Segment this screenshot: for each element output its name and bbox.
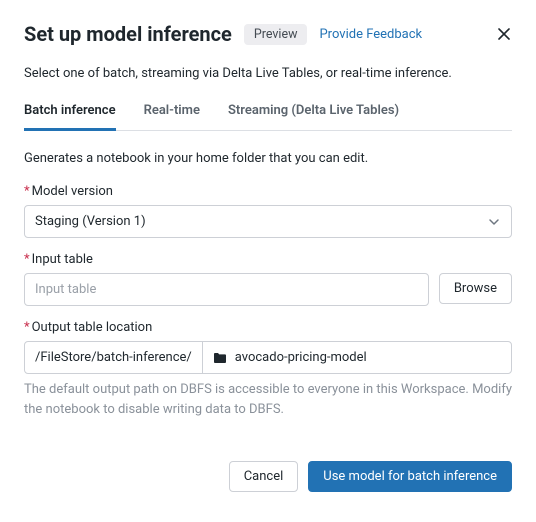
dialog-footer: Cancel Use model for batch inference (24, 461, 512, 492)
browse-button[interactable]: Browse (439, 273, 512, 304)
output-path-value: avocado-pricing-model (235, 350, 367, 365)
output-path-value-cell: avocado-pricing-model (203, 342, 511, 373)
tab-batch-inference[interactable]: Batch inference (24, 103, 116, 131)
input-table-input[interactable] (24, 273, 429, 306)
model-version-select[interactable]: Staging (Version 1) (24, 205, 512, 238)
output-location-helper: The default output path on DBFS is acces… (24, 380, 512, 419)
close-button[interactable] (496, 26, 512, 42)
tab-description: Generates a notebook in your home folder… (24, 151, 512, 166)
input-table-label: *Input table (24, 252, 512, 267)
chevron-down-icon (487, 215, 501, 229)
provide-feedback-link[interactable]: Provide Feedback (319, 27, 422, 42)
input-table-field: *Input table Browse (24, 252, 512, 306)
model-version-field: *Model version Staging (Version 1) (24, 184, 512, 238)
tab-streaming[interactable]: Streaming (Delta Live Tables) (228, 103, 399, 131)
model-version-label: *Model version (24, 184, 512, 199)
cancel-button[interactable]: Cancel (229, 461, 299, 492)
output-path-prefix: /FileStore/batch-inference/ (25, 342, 203, 373)
dialog-header: Set up model inference Preview Provide F… (24, 22, 512, 46)
output-location-control[interactable]: /FileStore/batch-inference/ avocado-pric… (24, 341, 512, 374)
dialog-subtitle: Select one of batch, streaming via Delta… (24, 66, 512, 81)
tab-real-time[interactable]: Real-time (144, 103, 200, 131)
tab-list: Batch inference Real-time Streaming (Del… (24, 103, 512, 131)
output-location-field: *Output table location /FileStore/batch-… (24, 320, 512, 419)
preview-badge: Preview (244, 24, 308, 45)
close-icon (496, 26, 512, 42)
folder-icon (213, 352, 227, 364)
submit-button[interactable]: Use model for batch inference (308, 461, 512, 492)
dialog-title: Set up model inference (24, 22, 232, 46)
model-version-value: Staging (Version 1) (35, 214, 146, 229)
output-location-label: *Output table location (24, 320, 512, 335)
